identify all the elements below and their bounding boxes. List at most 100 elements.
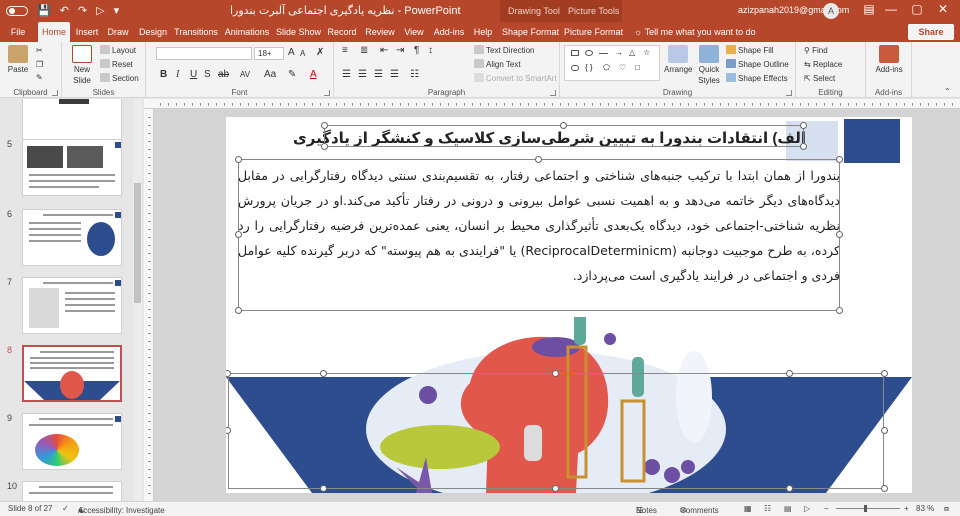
tab-animations[interactable]: Animations (224, 22, 270, 42)
slideshow-view-icon[interactable]: ▷ (804, 504, 810, 513)
underline-button[interactable]: U (190, 69, 197, 81)
resize-handle[interactable] (881, 485, 888, 492)
slide-thumbnail[interactable] (22, 413, 122, 470)
bold-button[interactable]: B (160, 69, 167, 81)
reset-button[interactable]: Reset (100, 59, 133, 70)
bullets-icon[interactable]: ≡ (342, 45, 348, 57)
change-case-button[interactable]: Aa (264, 69, 276, 81)
tab-picture-format[interactable]: Picture Format (564, 22, 623, 42)
rtl-icon[interactable]: ¶ (414, 45, 419, 57)
resize-handle[interactable] (800, 143, 807, 150)
thumbnails-scroll-thumb[interactable] (134, 183, 141, 303)
resize-handle[interactable] (320, 485, 327, 492)
zoom-slider[interactable] (836, 508, 900, 509)
new-slide-button[interactable]: New Slide (68, 45, 96, 86)
line-spacing-icon[interactable]: ↕ (428, 45, 433, 57)
text-direction-button[interactable]: Text Direction (474, 45, 534, 56)
align-text-button[interactable]: Align Text (474, 59, 521, 70)
font-color-button[interactable]: A (310, 69, 317, 81)
tab-insert[interactable]: Insert (74, 22, 100, 42)
justify-icon[interactable]: ☰ (390, 69, 399, 81)
shape-outline-button[interactable]: Shape Outline (726, 59, 789, 70)
align-right-icon[interactable]: ☰ (374, 69, 383, 81)
slide-thumbnail[interactable] (22, 209, 122, 266)
section-button[interactable]: Section (100, 73, 139, 84)
fit-to-window-icon[interactable]: ⧈ (944, 504, 949, 514)
increase-indent-icon[interactable]: ⇥ (396, 45, 404, 57)
highlight-icon[interactable]: ✎ (288, 69, 296, 81)
zoom-slider-knob[interactable] (864, 505, 867, 512)
reading-view-icon[interactable]: ▤ (784, 504, 792, 513)
font-name-input[interactable] (156, 47, 252, 60)
avatar[interactable]: A (823, 3, 839, 19)
zoom-level[interactable]: 83 % (916, 504, 934, 513)
share-button[interactable]: Share (908, 24, 954, 40)
tab-shape-format[interactable]: Shape Format (502, 22, 559, 42)
minimize-button[interactable]: — (880, 2, 902, 16)
slideshow-icon[interactable]: ▷ (96, 3, 104, 19)
customize-qat-icon[interactable]: ▾ (114, 3, 120, 19)
italic-button[interactable]: I (176, 69, 179, 81)
decrease-indent-icon[interactable]: ⇤ (380, 45, 388, 57)
cut-icon[interactable]: ✂ (36, 45, 43, 56)
resize-handle[interactable] (552, 485, 559, 492)
zoom-out-button[interactable]: − (824, 504, 829, 513)
tab-review[interactable]: Review (364, 22, 396, 42)
tab-help[interactable]: Help (472, 22, 494, 42)
arrange-button[interactable]: Arrange (664, 45, 692, 75)
resize-handle[interactable] (321, 143, 328, 150)
resize-handle[interactable] (560, 122, 567, 129)
autosave-toggle[interactable] (6, 6, 28, 16)
slide-thumbnail[interactable] (22, 277, 122, 334)
tab-draw[interactable]: Draw (106, 22, 130, 42)
resize-handle[interactable] (836, 231, 843, 238)
collapse-ribbon-icon[interactable]: ⌃ (944, 86, 951, 97)
replace-button[interactable]: ⇆ Replace (804, 59, 842, 70)
resize-handle[interactable] (800, 122, 807, 129)
shapes-gallery[interactable]: → △ ☆ { } ⬠ ♡ □ (564, 45, 660, 81)
find-button[interactable]: ⚲ Find (804, 45, 828, 56)
font-launcher-icon[interactable] (324, 90, 330, 96)
convert-smartart-button[interactable]: Convert to SmartArt (474, 73, 557, 84)
resize-handle[interactable] (786, 485, 793, 492)
resize-handle[interactable] (836, 156, 843, 163)
save-icon[interactable]: 💾 (37, 3, 51, 19)
clipboard-launcher-icon[interactable] (52, 90, 58, 96)
undo-icon[interactable]: ↶ (60, 3, 69, 19)
resize-handle[interactable] (235, 231, 242, 238)
add-ins-button[interactable]: Add-ins (872, 45, 906, 75)
align-left-icon[interactable]: ☰ (342, 69, 351, 81)
drawing-launcher-icon[interactable] (786, 90, 792, 96)
tab-file[interactable]: File (6, 22, 30, 42)
tab-design[interactable]: Design (138, 22, 168, 42)
zoom-in-button[interactable]: + (904, 504, 909, 513)
normal-view-icon[interactable]: ▦ (744, 504, 752, 513)
resize-handle[interactable] (881, 370, 888, 377)
resize-handle[interactable] (535, 156, 542, 163)
shape-effects-button[interactable]: Shape Effects (726, 73, 788, 84)
resize-handle[interactable] (836, 307, 843, 314)
shape-fill-button[interactable]: Shape Fill (726, 45, 774, 56)
select-button[interactable]: ⇱ Select (804, 73, 835, 84)
paste-button[interactable]: Paste (6, 45, 30, 75)
tab-view[interactable]: View (402, 22, 426, 42)
slide-thumbnail[interactable] (22, 481, 122, 501)
strikethrough-button[interactable]: ab (218, 69, 229, 81)
ribbon-display-icon[interactable]: ▤ (858, 2, 880, 16)
tab-record[interactable]: Record (326, 22, 358, 42)
format-painter-icon[interactable]: ✎ (36, 72, 43, 83)
shrink-font-button[interactable]: A (300, 48, 305, 60)
resize-handle[interactable] (320, 370, 327, 377)
resize-handle[interactable] (552, 370, 559, 377)
numbering-icon[interactable]: ≣ (360, 45, 368, 57)
tab-transitions[interactable]: Transitions (174, 22, 218, 42)
resize-handle[interactable] (786, 370, 793, 377)
align-center-icon[interactable]: ☰ (358, 69, 367, 81)
character-spacing-button[interactable]: AV (240, 69, 250, 81)
quick-styles-button[interactable]: Quick Styles (694, 45, 724, 86)
resize-handle[interactable] (881, 427, 888, 434)
layout-button[interactable]: Layout (100, 45, 136, 56)
close-button[interactable]: ✕ (932, 2, 954, 16)
tab-add-ins[interactable]: Add-ins (432, 22, 466, 42)
tab-home[interactable]: Home (38, 22, 70, 42)
